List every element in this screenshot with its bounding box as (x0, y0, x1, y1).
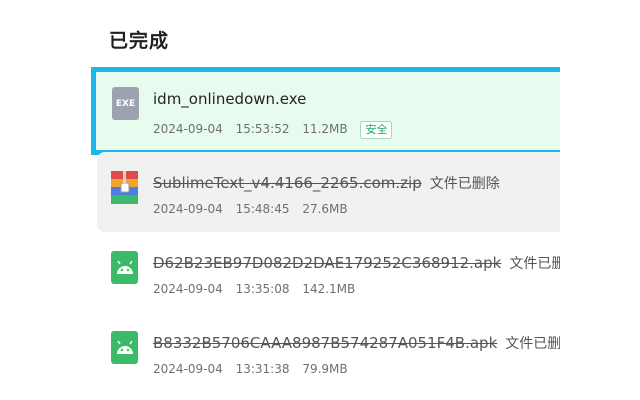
download-item-zip[interactable]: SublimeText_v4.4166_2265.com.zip 文件已删除 20… (97, 152, 567, 232)
download-item-name-row: idm_onlinedown.exe (153, 90, 306, 108)
file-name[interactable]: idm_onlinedown.exe (153, 90, 306, 108)
safe-badge: 安全 (360, 121, 393, 139)
download-date: 2024-09-04 (153, 202, 223, 216)
download-time: 15:53:52 (235, 122, 290, 136)
download-date: 2024-09-04 (153, 122, 223, 136)
download-time: 13:31:38 (235, 362, 290, 376)
file-name[interactable]: B8332B5706CAAA8987B574287A051F4B.apk (153, 334, 497, 352)
download-date: 2024-09-04 (153, 282, 223, 296)
exe-file-icon: EXE (112, 87, 139, 120)
file-name[interactable]: SublimeText_v4.4166_2265.com.zip (153, 174, 422, 192)
download-item-meta: 2024-09-04 15:48:45 27.6MB (153, 202, 357, 216)
right-margin (560, 0, 640, 400)
download-size: 142.1MB (302, 282, 356, 296)
download-item-apk-1[interactable]: D62B23EB97D082D2DAE179252C368912.apk 文件已删… (97, 232, 567, 312)
download-size: 79.9MB (302, 362, 348, 376)
download-item-name-row: SublimeText_v4.4166_2265.com.zip 文件已删除 (153, 173, 500, 193)
downloads-list: EXE idm_onlinedown.exe 2024-09-04 15:53:… (0, 0, 640, 400)
file-name[interactable]: D62B23EB97D082D2DAE179252C368912.apk (153, 254, 501, 272)
android-apk-icon (111, 251, 138, 284)
download-item-exe[interactable]: EXE idm_onlinedown.exe 2024-09-04 15:53:… (91, 67, 571, 155)
download-item-apk-2[interactable]: B8332B5706CAAA8987B574287A051F4B.apk 文件已删… (97, 312, 567, 392)
file-deleted-status: 文件已删 (505, 336, 562, 352)
android-apk-icon (111, 331, 138, 364)
download-date: 2024-09-04 (153, 362, 223, 376)
download-time: 15:48:45 (235, 202, 290, 216)
download-item-meta: 2024-09-04 13:31:38 79.9MB (153, 362, 357, 376)
file-deleted-status: 文件已删除 (429, 176, 500, 192)
file-deleted-status: 文件已删 (509, 256, 566, 272)
download-time: 13:35:08 (235, 282, 290, 296)
download-item-name-row: D62B23EB97D082D2DAE179252C368912.apk 文件已删 (153, 253, 565, 273)
download-item-meta: 2024-09-04 15:53:52 11.2MB 安全 (153, 121, 401, 139)
download-item-meta: 2024-09-04 13:35:08 142.1MB (153, 282, 364, 296)
download-size: 27.6MB (302, 202, 348, 216)
zip-archive-icon (111, 171, 138, 204)
download-size: 11.2MB (302, 122, 348, 136)
download-item-name-row: B8332B5706CAAA8987B574287A051F4B.apk 文件已删 (153, 333, 561, 353)
exe-icon-label: EXE (115, 98, 136, 109)
